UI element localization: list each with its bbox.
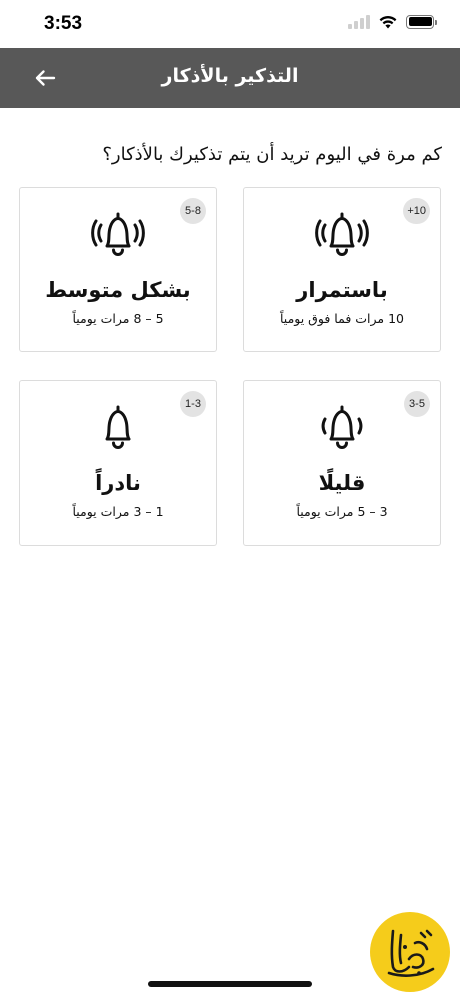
app-logo[interactable] — [370, 912, 450, 992]
option-subtitle: 10 مرات فما فوق يومياً — [280, 311, 404, 326]
bell-ringing-icon — [91, 212, 145, 256]
option-subtitle: 3 – 5 مرات يومياً — [296, 504, 388, 519]
option-title: نادراً — [95, 471, 141, 495]
option-subtitle: 5 – 8 مرات يومياً — [72, 311, 164, 326]
frequency-badge: 3-5 — [404, 391, 430, 417]
app-logo-icon — [387, 929, 435, 977]
option-title: قليلًا — [318, 471, 366, 495]
option-card-moderately[interactable]: 5-8 بشكل متوسط 5 – 8 مرات يومياً — [19, 187, 217, 352]
question-text: كم مرة في اليوم تريد أن يتم تذكيرك بالأذ… — [102, 144, 442, 165]
option-card-a-little[interactable]: 3-5 قليلًا 3 – 5 مرات يومياً — [243, 380, 441, 546]
option-card-rarely[interactable]: 1-3 نادراً 1 – 3 مرات يومياً — [19, 380, 217, 546]
option-subtitle: 1 – 3 مرات يومياً — [72, 504, 164, 519]
frequency-badge: 1-3 — [180, 391, 206, 417]
option-title: باستمرار — [296, 278, 388, 302]
page-title: التذكير بالأذكار — [161, 65, 299, 87]
frequency-badge: +10 — [403, 198, 430, 224]
status-bar: 3:53 — [0, 0, 460, 48]
signal-icon — [348, 14, 370, 29]
option-card-constantly[interactable]: +10 باستمرار 10 مرات فما فوق يومياً — [243, 187, 441, 352]
wifi-icon — [379, 15, 397, 29]
bell-icon — [105, 405, 131, 449]
bell-light-icon — [321, 405, 363, 449]
app-bar: التذكير بالأذكار — [0, 48, 460, 108]
home-indicator[interactable] — [148, 981, 312, 987]
battery-level — [408, 17, 432, 26]
status-icons — [348, 14, 437, 29]
option-title: بشكل متوسط — [45, 278, 191, 302]
frequency-badge: 5-8 — [180, 198, 206, 224]
bell-ringing-icon — [315, 212, 369, 256]
status-time: 3:53 — [44, 13, 83, 34]
battery-icon — [406, 14, 437, 29]
